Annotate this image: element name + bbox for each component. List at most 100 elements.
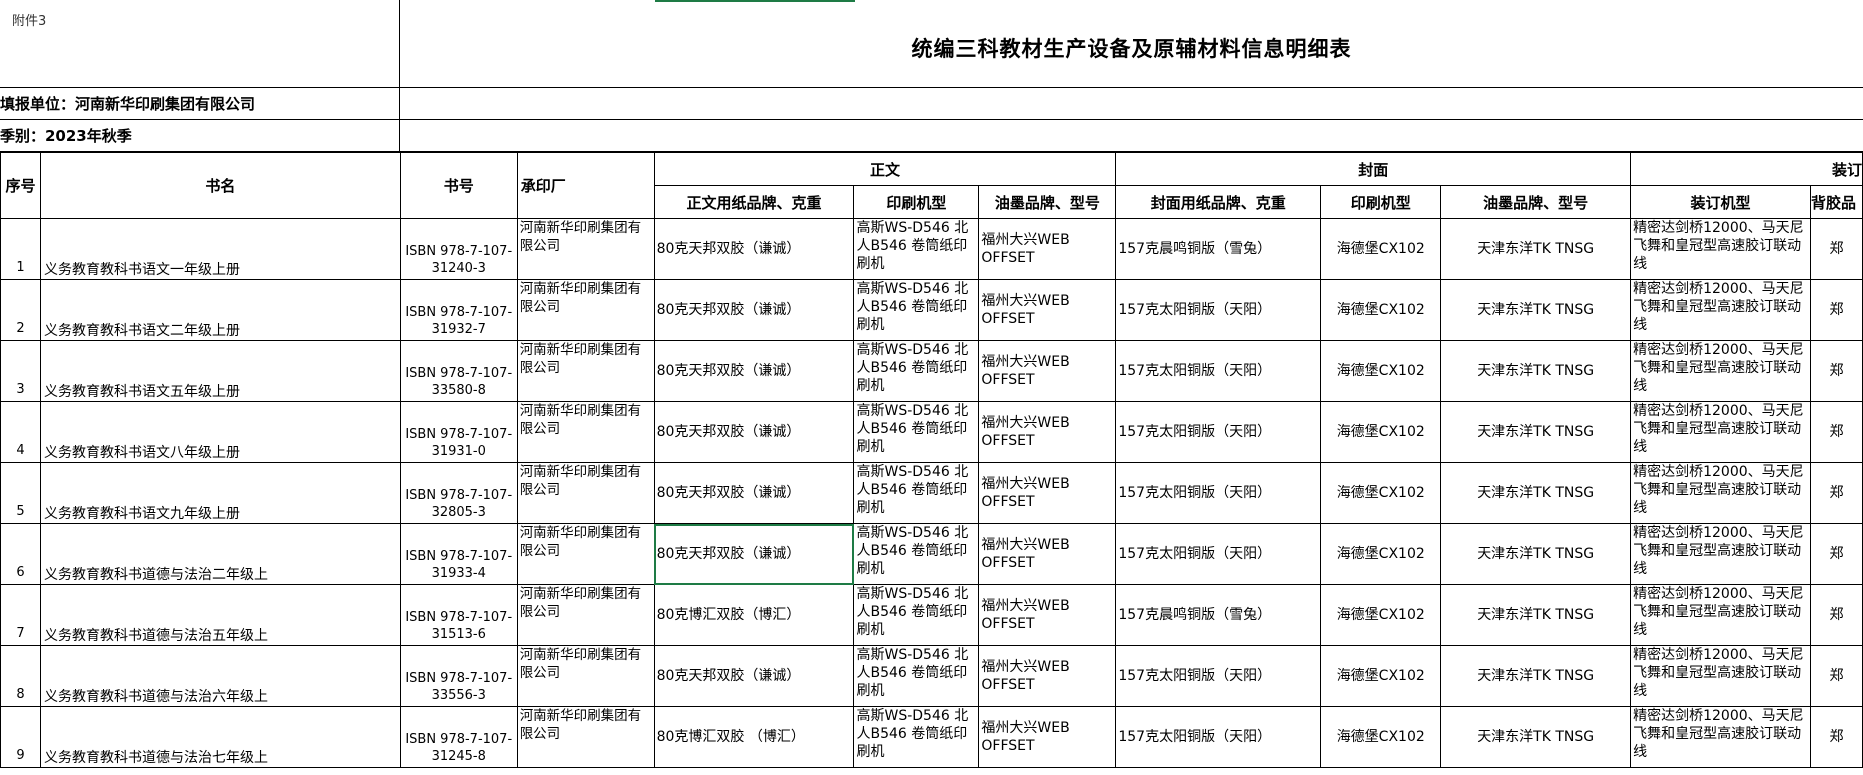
cell-cover-ink[interactable]: 天津东洋TK TNSG (1440, 706, 1632, 768)
cell-cover-paper[interactable]: 157克晨鸣铜版（雪兔） (1115, 218, 1322, 280)
header-printer[interactable]: 承印厂 (516, 152, 655, 219)
header-seq[interactable]: 序号 (0, 152, 41, 219)
cell-spine-glue[interactable]: 郑 (1809, 340, 1863, 402)
header-cover-press[interactable]: 印刷机型 (1320, 185, 1442, 219)
header-binding-machine[interactable]: 装订机型 (1630, 185, 1811, 219)
cell-cover-press[interactable]: 海德堡CX102 (1320, 340, 1442, 402)
cell-book-no[interactable]: ISBN 978-7-107-32805-3 (399, 462, 518, 524)
cell-body-ink[interactable]: 福州大兴WEB OFFSET (978, 340, 1117, 402)
header-book-no[interactable]: 书号 (399, 152, 518, 219)
cell-printer[interactable]: 河南新华印刷集团有限公司 (516, 706, 655, 768)
cell-spine-glue[interactable]: 郑 (1809, 279, 1863, 341)
header-spine-glue[interactable]: 背胶品 (1809, 185, 1863, 219)
page-title[interactable]: 统编三科教材生产设备及原辅材料信息明细表 (400, 0, 1863, 88)
cell-book-name[interactable]: 义务教育教科书道德与法治六年级上 (39, 645, 401, 707)
cell-cover-ink[interactable]: 天津东洋TK TNSG (1440, 523, 1632, 585)
cell-book-name[interactable]: 义务教育教科书语文九年级上册 (39, 462, 401, 524)
header-cover-ink[interactable]: 油墨品牌、型号 (1440, 185, 1632, 219)
cell-spine-glue[interactable]: 郑 (1809, 462, 1863, 524)
cell-cover-ink[interactable]: 天津东洋TK TNSG (1440, 340, 1632, 402)
cell-printer[interactable]: 河南新华印刷集团有限公司 (516, 523, 655, 585)
header-book-name[interactable]: 书名 (39, 152, 401, 219)
cell-binding-machine[interactable]: 精密达剑桥12000、马天尼飞舞和皇冠型高速胶订联动线 (1630, 645, 1811, 707)
empty-cell[interactable] (400, 120, 1863, 152)
header-body-group[interactable]: 正文 (653, 152, 1117, 186)
cell-spine-glue[interactable]: 郑 (1809, 523, 1863, 585)
cell-body-press[interactable]: 高斯WS-D546 北人B546 卷筒纸印刷机 (853, 523, 980, 585)
cell-cover-press[interactable]: 海德堡CX102 (1320, 645, 1442, 707)
cell-body-paper[interactable]: 80克天邦双胶（谦诚） (653, 645, 855, 707)
cell-body-paper[interactable]: 80克天邦双胶（谦诚） (653, 401, 855, 463)
cell-seq[interactable]: 5 (0, 462, 41, 524)
cell-cover-press[interactable]: 海德堡CX102 (1320, 401, 1442, 463)
cell-body-press[interactable]: 高斯WS-D546 北人B546 卷筒纸印刷机 (853, 706, 980, 768)
cell-seq[interactable]: 2 (0, 279, 41, 341)
header-body-ink[interactable]: 油墨品牌、型号 (978, 185, 1117, 219)
season-cell[interactable]: 季别：2023年秋季 (0, 120, 400, 152)
cell-book-name[interactable]: 义务教育教科书道德与法治五年级上 (39, 584, 401, 646)
cell-book-no[interactable]: ISBN 978-7-107-31245-8 (399, 706, 518, 768)
cell-book-no[interactable]: ISBN 978-7-107-33556-3 (399, 645, 518, 707)
cell-seq[interactable]: 3 (0, 340, 41, 402)
cell-cover-paper[interactable]: 157克太阳铜版（天阳） (1115, 340, 1322, 402)
cell-body-ink[interactable]: 福州大兴WEB OFFSET (978, 706, 1117, 768)
cell-book-no[interactable]: ISBN 978-7-107-31932-7 (399, 279, 518, 341)
cell-seq[interactable]: 4 (0, 401, 41, 463)
header-cover-group[interactable]: 封面 (1115, 152, 1632, 186)
cell-body-paper[interactable]: 80克博汇双胶 （博汇） (653, 706, 855, 768)
cell-body-paper[interactable]: 80克天邦双胶（谦诚） (653, 523, 855, 585)
cell-book-name[interactable]: 义务教育教科书语文五年级上册 (39, 340, 401, 402)
cell-book-no[interactable]: ISBN 978-7-107-33580-8 (399, 340, 518, 402)
cell-cover-ink[interactable]: 天津东洋TK TNSG (1440, 584, 1632, 646)
cell-cover-paper[interactable]: 157克太阳铜版（天阳） (1115, 706, 1322, 768)
cell-book-name[interactable]: 义务教育教科书语文八年级上册 (39, 401, 401, 463)
cell-printer[interactable]: 河南新华印刷集团有限公司 (516, 279, 655, 341)
cell-body-press[interactable]: 高斯WS-D546 北人B546 卷筒纸印刷机 (853, 340, 980, 402)
cell-cover-press[interactable]: 海德堡CX102 (1320, 706, 1442, 768)
cell-printer[interactable]: 河南新华印刷集团有限公司 (516, 340, 655, 402)
cell-printer[interactable]: 河南新华印刷集团有限公司 (516, 401, 655, 463)
cell-body-ink[interactable]: 福州大兴WEB OFFSET (978, 279, 1117, 341)
cell-cover-press[interactable]: 海德堡CX102 (1320, 279, 1442, 341)
cell-cover-press[interactable]: 海德堡CX102 (1320, 523, 1442, 585)
cell-body-press[interactable]: 高斯WS-D546 北人B546 卷筒纸印刷机 (853, 218, 980, 280)
cell-spine-glue[interactable]: 郑 (1809, 706, 1863, 768)
cell-cover-ink[interactable]: 天津东洋TK TNSG (1440, 279, 1632, 341)
cell-body-paper[interactable]: 80克天邦双胶（谦诚） (653, 462, 855, 524)
cell-cover-ink[interactable]: 天津东洋TK TNSG (1440, 645, 1632, 707)
cell-body-paper[interactable]: 80克天邦双胶（谦诚） (653, 340, 855, 402)
cell-cover-paper[interactable]: 157克太阳铜版（天阳） (1115, 645, 1322, 707)
header-cover-paper[interactable]: 封面用纸品牌、克重 (1115, 185, 1322, 219)
cell-cover-paper[interactable]: 157克太阳铜版（天阳） (1115, 523, 1322, 585)
cell-book-no[interactable]: ISBN 978-7-107-31513-6 (399, 584, 518, 646)
cell-seq[interactable]: 9 (0, 706, 41, 768)
cell-book-name[interactable]: 义务教育教科书道德与法治七年级上 (39, 706, 401, 768)
header-body-paper[interactable]: 正文用纸品牌、克重 (653, 185, 855, 219)
cell-printer[interactable]: 河南新华印刷集团有限公司 (516, 645, 655, 707)
cell-cover-paper[interactable]: 157克太阳铜版（天阳） (1115, 462, 1322, 524)
cell-printer[interactable]: 河南新华印刷集团有限公司 (516, 462, 655, 524)
cell-spine-glue[interactable]: 郑 (1809, 584, 1863, 646)
cell-binding-machine[interactable]: 精密达剑桥12000、马天尼飞舞和皇冠型高速胶订联动线 (1630, 584, 1811, 646)
header-binding-group[interactable]: 装订 (1630, 152, 1863, 186)
cell-body-ink[interactable]: 福州大兴WEB OFFSET (978, 462, 1117, 524)
cell-book-name[interactable]: 义务教育教科书语文二年级上册 (39, 279, 401, 341)
cell-body-press[interactable]: 高斯WS-D546 北人B546 卷筒纸印刷机 (853, 462, 980, 524)
cell-seq[interactable]: 6 (0, 523, 41, 585)
cell-seq[interactable]: 7 (0, 584, 41, 646)
cell-body-paper[interactable]: 80克博汇双胶（博汇） (653, 584, 855, 646)
cell-cover-paper[interactable]: 157克太阳铜版（天阳） (1115, 279, 1322, 341)
cell-book-name[interactable]: 义务教育教科书语文一年级上册 (39, 218, 401, 280)
cell-body-press[interactable]: 高斯WS-D546 北人B546 卷筒纸印刷机 (853, 645, 980, 707)
cell-binding-machine[interactable]: 精密达剑桥12000、马天尼飞舞和皇冠型高速胶订联动线 (1630, 401, 1811, 463)
cell-spine-glue[interactable]: 郑 (1809, 218, 1863, 280)
cell-binding-machine[interactable]: 精密达剑桥12000、马天尼飞舞和皇冠型高速胶订联动线 (1630, 462, 1811, 524)
cell-book-no[interactable]: ISBN 978-7-107-31931-0 (399, 401, 518, 463)
cell-cover-press[interactable]: 海德堡CX102 (1320, 462, 1442, 524)
cell-body-ink[interactable]: 福州大兴WEB OFFSET (978, 523, 1117, 585)
cell-body-paper[interactable]: 80克天邦双胶（谦诚） (653, 279, 855, 341)
cell-body-ink[interactable]: 福州大兴WEB OFFSET (978, 645, 1117, 707)
cell-body-ink[interactable]: 福州大兴WEB OFFSET (978, 401, 1117, 463)
cell-binding-machine[interactable]: 精密达剑桥12000、马天尼飞舞和皇冠型高速胶订联动线 (1630, 706, 1811, 768)
cell-seq[interactable]: 1 (0, 218, 41, 280)
